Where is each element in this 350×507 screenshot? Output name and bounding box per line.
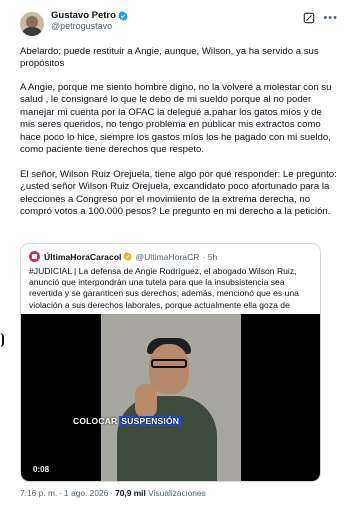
- caption-text: COLOCAR: [73, 416, 118, 426]
- grok-icon[interactable]: [303, 12, 315, 24]
- tweet-paragraph-1: Abelardo; puede restituir a Angie, aunqu…: [20, 46, 319, 70]
- verified-badge-icon: [123, 252, 133, 261]
- tweet-header: Gustavo Petro @petrogustavo •••: [20, 10, 338, 46]
- quoted-handle: @UltimaHoraCR: [135, 251, 200, 262]
- post-time[interactable]: 7:16 p. m.: [20, 488, 57, 498]
- tweet-paragraph-2: A Angie, porque me siento hombre digno, …: [20, 82, 332, 156]
- views-label: Visualizaciones: [148, 488, 206, 498]
- quoted-tweet-header: ÚltimaHoraCaracol @UltimaHoraCR · 5h: [21, 244, 320, 264]
- video-player[interactable]: COLOCAR SUSPENSIÓN 0:08: [21, 314, 320, 481]
- quoted-tweet[interactable]: ÚltimaHoraCaracol @UltimaHoraCR · 5h #JU…: [20, 243, 321, 482]
- quoted-time: · 5h: [202, 251, 218, 262]
- edge-handle: [0, 333, 4, 347]
- display-name[interactable]: Gustavo Petro: [51, 10, 116, 21]
- verified-badge-icon: [118, 10, 128, 21]
- quoted-text: #JUDICIAL | La defensa de Angie Rodrígue…: [29, 266, 299, 310]
- post-date[interactable]: 1 ago. 2026: [64, 488, 108, 498]
- name-row: Gustavo Petro: [51, 10, 128, 21]
- handle[interactable]: @petrogustavo: [51, 21, 128, 32]
- video-frame: [101, 314, 241, 481]
- views-count: 70,9 mil: [115, 488, 146, 498]
- video-timer: 0:08: [33, 465, 50, 474]
- more-icon[interactable]: •••: [323, 13, 338, 24]
- quoted-avatar: [29, 251, 40, 262]
- caption-highlight: SUSPENSIÓN: [119, 416, 182, 426]
- author-block: Gustavo Petro @petrogustavo: [51, 10, 128, 32]
- tweet-footer: 7:16 p. m. · 1 ago. 2026 · 70,9 mil Visualiz…: [20, 488, 206, 498]
- avatar[interactable]: [20, 12, 44, 36]
- quoted-display-name: ÚltimaHoraCaracol: [44, 251, 122, 262]
- video-caption: COLOCAR SUSPENSIÓN: [73, 416, 182, 426]
- header-actions: •••: [303, 12, 338, 24]
- tweet-paragraph-3: El señor, Wilson Ruiz Orejuela, tiene al…: [20, 169, 337, 218]
